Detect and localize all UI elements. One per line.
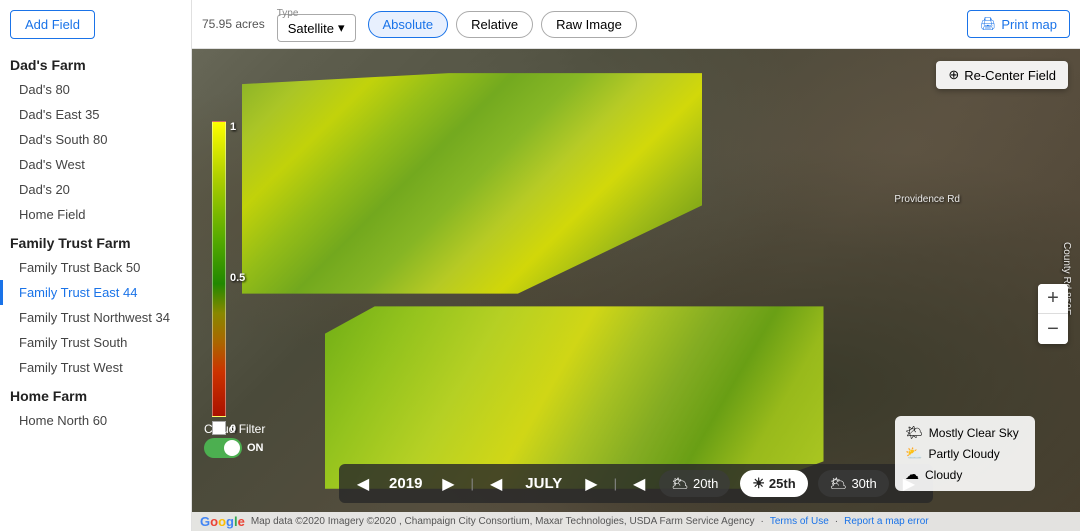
prev-year-button[interactable]: ◀ xyxy=(353,474,373,494)
main-content: 75.95 acres Type Satellite ▾ Absolute Re… xyxy=(192,0,1080,531)
absolute-view-button[interactable]: Absolute xyxy=(368,11,449,38)
road-label-providence: Providence Rd xyxy=(894,194,960,205)
weather-panel: 🌤 Mostly Clear Sky ⛅ Partly Cloudy ☁ Clo… xyxy=(895,416,1035,491)
separator2: · xyxy=(835,516,838,527)
timeline-controls: ◀ 2019 ▶ | ◀ JULY ▶ | ◀ 🌥 20th ☀ xyxy=(339,464,933,503)
cloud-filter-toggle[interactable]: ON xyxy=(204,438,264,458)
dropdown-arrow-icon: ▾ xyxy=(338,20,345,36)
farm-header-1: Family Trust Farm xyxy=(0,227,191,255)
weather-icon-2: ☁ xyxy=(905,466,919,483)
toggle-track[interactable] xyxy=(204,438,242,458)
toggle-knob xyxy=(224,440,240,456)
google-logo: Google xyxy=(200,514,245,529)
printer-icon: 🖨 xyxy=(980,16,997,32)
map-attribution: Map data ©2020 Imagery ©2020 , Champaign… xyxy=(251,516,755,527)
print-label: Print map xyxy=(1001,17,1057,32)
date-30-icon: 🌥 xyxy=(830,475,848,492)
ndvi-legend: 1 0.5 0 xyxy=(212,121,232,434)
farm-field-0-2[interactable]: Dad's South 80 xyxy=(0,127,191,152)
date-25-icon: ☀ xyxy=(752,475,765,492)
toggle-on-label: ON xyxy=(247,442,264,454)
type-wrapper: Type Satellite ▾ xyxy=(277,6,356,42)
weather-item-1: ⛅ Partly Cloudy xyxy=(905,443,1025,464)
type-label: Type xyxy=(277,8,299,19)
farm-field-0-3[interactable]: Dad's West xyxy=(0,152,191,177)
zoom-in-button[interactable]: + xyxy=(1038,284,1068,314)
legend-mid-label: 0.5 xyxy=(230,272,245,284)
date-20-icon: 🌥 xyxy=(671,475,689,492)
weather-icon-0: 🌤 xyxy=(905,424,923,441)
date-25-label: 25th xyxy=(769,476,796,491)
prev-dates-button[interactable]: ◀ xyxy=(629,474,649,494)
weather-label-0: Mostly Clear Sky xyxy=(929,426,1019,440)
sidebar-farms: Dad's FarmDad's 80Dad's East 35Dad's Sou… xyxy=(0,49,191,433)
weather-icon-1: ⛅ xyxy=(905,445,922,462)
farm-field-1-4[interactable]: Family Trust West xyxy=(0,355,191,380)
recenter-field-button[interactable]: ⊕ Re-Center Field xyxy=(936,61,1068,89)
add-field-button[interactable]: Add Field xyxy=(10,10,95,39)
field-overlay xyxy=(210,73,849,497)
relative-view-button[interactable]: Relative xyxy=(456,11,533,38)
farm-field-1-1[interactable]: Family Trust East 44 xyxy=(0,280,191,305)
raw-image-view-button[interactable]: Raw Image xyxy=(541,11,637,38)
field-upper-ndvi xyxy=(242,73,702,294)
farm-header-0: Dad's Farm xyxy=(0,49,191,77)
topbar: 75.95 acres Type Satellite ▾ Absolute Re… xyxy=(192,0,1080,49)
recenter-label: Re-Center Field xyxy=(964,68,1056,83)
farm-field-1-2[interactable]: Family Trust Northwest 34 xyxy=(0,305,191,330)
sidebar: Add Field Dad's FarmDad's 80Dad's East 3… xyxy=(0,0,192,531)
date-25-button[interactable]: ☀ 25th xyxy=(740,470,807,497)
farm-field-1-0[interactable]: Family Trust Back 50 xyxy=(0,255,191,280)
legend-max-label: 1 xyxy=(230,121,236,133)
prev-month-button[interactable]: ◀ xyxy=(486,474,506,494)
report-map-error-link[interactable]: Report a map error xyxy=(844,516,928,527)
farm-field-0-1[interactable]: Dad's East 35 xyxy=(0,102,191,127)
farm-header-2: Home Farm xyxy=(0,380,191,408)
next-year-button[interactable]: ▶ xyxy=(438,474,458,494)
map-footer: Google Map data ©2020 Imagery ©2020 , Ch… xyxy=(192,512,1080,531)
month-display: JULY xyxy=(516,475,571,492)
map-container[interactable]: 1 0.5 0 County Rd 850E Providence Rd ⊕ R… xyxy=(192,49,1080,531)
weather-item-0: 🌤 Mostly Clear Sky xyxy=(905,422,1025,443)
farm-field-2-0[interactable]: Home North 60 xyxy=(0,408,191,433)
legend-color-bar xyxy=(212,121,226,416)
date-20-button[interactable]: 🌥 20th xyxy=(659,470,730,497)
farm-field-0-4[interactable]: Dad's 20 xyxy=(0,177,191,202)
year-display: 2019 xyxy=(383,475,428,492)
date-20-label: 20th xyxy=(693,476,718,491)
farm-field-0-0[interactable]: Dad's 80 xyxy=(0,77,191,102)
recenter-icon: ⊕ xyxy=(948,67,959,83)
acres-text: 75.95 acres xyxy=(202,17,265,31)
map-background: 1 0.5 0 County Rd 850E Providence Rd ⊕ R… xyxy=(192,49,1080,531)
terms-of-use-link[interactable]: Terms of Use xyxy=(770,516,829,527)
weather-label-2: Cloudy xyxy=(925,468,962,482)
zoom-controls: + − xyxy=(1038,284,1068,344)
print-map-button[interactable]: 🖨 Print map xyxy=(967,10,1070,38)
satellite-label: Satellite xyxy=(288,21,334,36)
weather-item-2: ☁ Cloudy xyxy=(905,464,1025,485)
cloud-filter-label: Cloud Filter xyxy=(204,422,265,436)
date-30-label: 30th xyxy=(851,476,876,491)
weather-label-1: Partly Cloudy xyxy=(928,447,999,461)
next-month-button[interactable]: ▶ xyxy=(581,474,601,494)
cloud-filter: Cloud Filter ON xyxy=(204,422,265,461)
zoom-out-button[interactable]: − xyxy=(1038,314,1068,344)
field-lower-ndvi xyxy=(325,306,824,488)
date-30-button[interactable]: 🌥 30th xyxy=(818,470,889,497)
separator: · xyxy=(761,516,764,527)
farm-field-1-3[interactable]: Family Trust South xyxy=(0,330,191,355)
farm-field-0-5[interactable]: Home Field xyxy=(0,202,191,227)
